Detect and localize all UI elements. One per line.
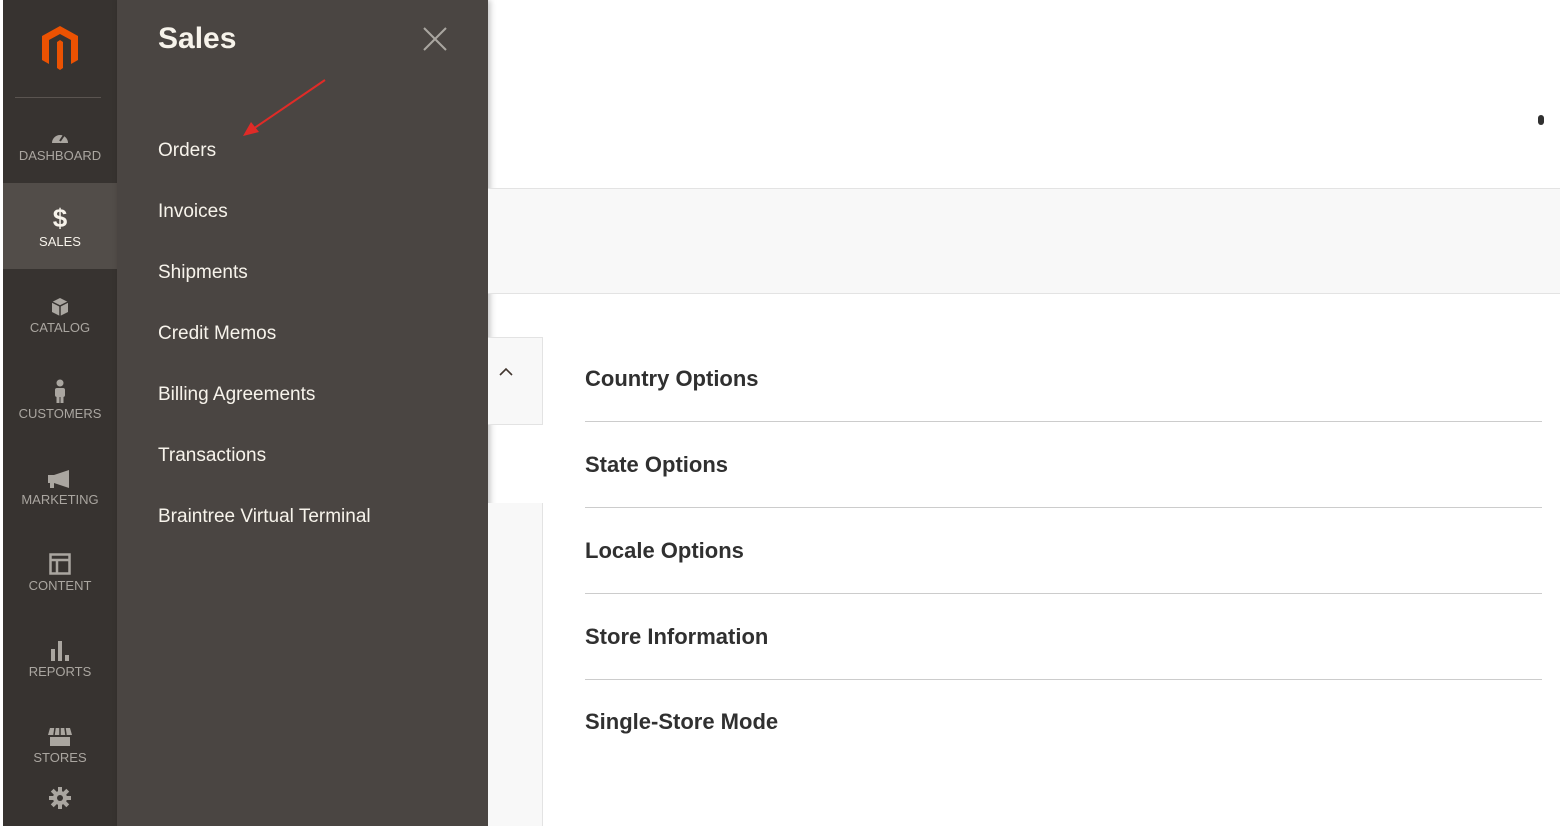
section-country-options[interactable]: Country Options [585, 366, 759, 392]
nav-label-customers: CUSTOMERS [18, 406, 102, 421]
submenu-item-credit-memos[interactable]: Credit Memos [158, 323, 276, 345]
admin-sidebar: DASHBOARD $ SALES CATALOG CUSTOMERS MARK… [0, 0, 117, 826]
box-icon [51, 289, 69, 317]
submenu-item-shipments[interactable]: Shipments [158, 262, 248, 284]
nav-item-dashboard[interactable]: DASHBOARD [3, 97, 117, 183]
submenu-item-billing-agreements[interactable]: Billing Agreements [158, 384, 315, 406]
section-state-options[interactable]: State Options [585, 452, 728, 478]
speedometer-icon [50, 117, 70, 145]
storefront-icon [47, 719, 73, 747]
section-divider [585, 421, 1542, 422]
submenu-item-invoices[interactable]: Invoices [158, 201, 228, 223]
layout-icon [49, 547, 71, 575]
submenu-title: Sales [158, 22, 237, 55]
magento-logo[interactable] [3, 0, 117, 96]
submenu-item-transactions[interactable]: Transactions [158, 445, 266, 467]
close-icon[interactable] [420, 24, 450, 54]
nav-item-content[interactable]: CONTENT [3, 527, 117, 613]
nav-label-reports: REPORTS [28, 664, 92, 679]
nav-label-stores: STORES [33, 750, 87, 765]
page-actions-bar [488, 189, 1560, 294]
config-tabs-panel [488, 503, 543, 826]
nav-item-stores[interactable]: STORES [3, 699, 117, 785]
section-divider [585, 679, 1542, 680]
person-icon [53, 375, 67, 403]
gear-icon [49, 781, 71, 809]
section-divider [585, 507, 1542, 508]
nav-label-content: CONTENT [28, 578, 92, 593]
submenu-item-braintree-virtual-terminal[interactable]: Braintree Virtual Terminal [158, 506, 371, 528]
magento-logo-icon [42, 26, 78, 70]
section-locale-options[interactable]: Locale Options [585, 538, 744, 564]
nav-item-marketing[interactable]: MARKETING [3, 441, 117, 527]
section-store-information[interactable]: Store Information [585, 624, 768, 650]
nav-item-reports[interactable]: REPORTS [3, 613, 117, 699]
section-divider [585, 593, 1542, 594]
header-indicator [1538, 115, 1544, 125]
dollar-icon: $ [52, 203, 68, 233]
nav-label-dashboard: DASHBOARD [18, 148, 102, 163]
megaphone-icon [47, 461, 73, 489]
nav-label-sales: SALES [39, 234, 81, 249]
config-tabs-header [488, 337, 543, 425]
nav-item-customers[interactable]: CUSTOMERS [3, 355, 117, 441]
nav-label-catalog: CATALOG [29, 320, 91, 335]
nav-item-catalog[interactable]: CATALOG [3, 269, 117, 355]
nav-item-system[interactable] [3, 775, 117, 826]
section-single-store-mode[interactable]: Single-Store Mode [585, 709, 778, 735]
submenu-item-orders[interactable]: Orders [158, 140, 216, 162]
nav-label-marketing: MARKETING [21, 492, 99, 507]
bar-chart-icon [50, 633, 70, 661]
annotation-arrow-icon [243, 79, 326, 136]
nav-item-sales[interactable]: $ SALES [3, 183, 117, 269]
chevron-up-icon[interactable] [497, 366, 515, 378]
